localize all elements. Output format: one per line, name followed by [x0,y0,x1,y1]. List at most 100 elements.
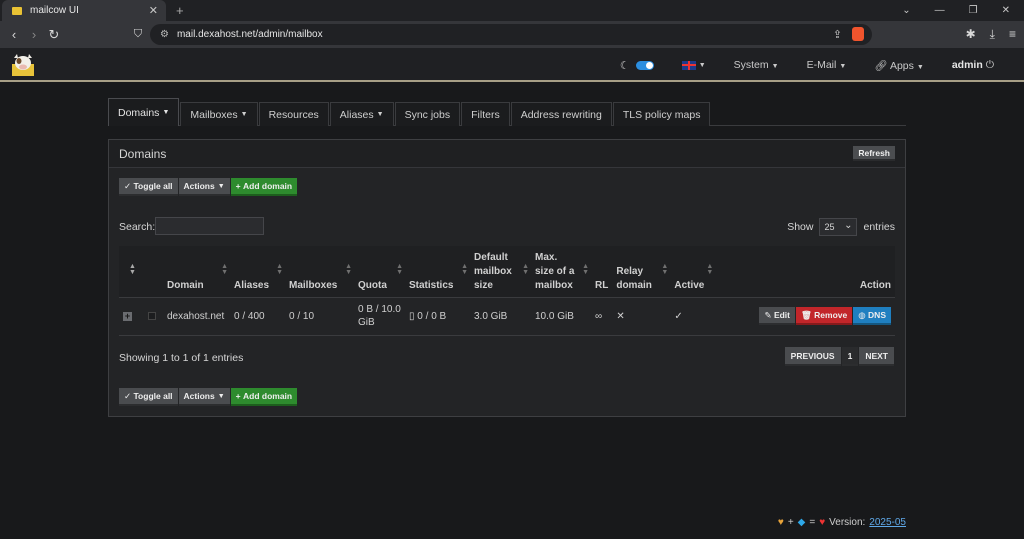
browser-tab[interactable]: mailcow UI ✕ [2,0,166,21]
back-icon[interactable]: ‹ [4,27,24,42]
search-input[interactable] [155,217,264,235]
col-relay-domain[interactable]: Relay domain ▲ ▼ [612,246,671,298]
tab-mailboxes[interactable]: Mailboxes ▼ [180,102,258,126]
next-page-button[interactable]: NEXT [859,347,894,366]
actions-button-bottom[interactable]: Actions ▼ [178,388,230,406]
cell-rl: ∞ [591,297,613,336]
mailcow-logo-icon[interactable] [10,52,36,78]
language-dropdown[interactable]: ▼ [681,60,706,70]
new-tab-icon[interactable]: + [176,3,184,18]
version-label: Version: [829,517,866,528]
edit-button[interactable]: ✎ Edit [759,307,795,325]
minimize-icon[interactable]: — [935,5,945,16]
url-field[interactable]: ⚙ mail.dexahost.net/admin/mailbox ⇪ [150,24,872,45]
footer: ♥ + ◆ = ♥ Version: 2025-05 [778,517,906,528]
globe-icon: ◍ [858,309,866,320]
nav-system[interactable]: System ▼ [734,59,779,71]
footer-equals: = [809,517,816,528]
downloads-icon[interactable]: ⤓ [990,27,995,42]
row-checkbox[interactable] [148,312,156,320]
col-max-size[interactable]: Max. size of a mailbox ▲ ▼ [531,246,591,298]
col-active[interactable]: Active ▲ ▼ [670,246,716,298]
extensions-icon[interactable]: ✱ [966,27,976,42]
bottom-button-group: ✓ Toggle all Actions ▼ + Add domain [119,388,298,406]
cell-statistics: ▯ 0 / 0 B [405,297,470,336]
file-icon: ▯ [409,310,415,322]
cell-mailboxes: 0 / 10 [285,297,354,336]
theme-switch[interactable]: ☾ [620,59,654,72]
col-mailboxes[interactable]: Mailboxes ▲ ▼ [285,246,354,298]
entries-label: entries [863,221,895,233]
toggle-all-button[interactable]: ✓ Toggle all [119,178,178,196]
tab-aliases[interactable]: Aliases ▼ [329,102,394,126]
search-label: Search: [119,221,156,233]
cell-default-size: 3.0 GiB [470,297,531,336]
link-icon: 🔗︎ [874,59,888,72]
col-default-size[interactable]: Default mailbox size ▲ ▼ [470,246,531,298]
bookmark-icon[interactable]: ⛉ [128,28,148,41]
top-button-group: ✓ Toggle all Actions ▼ + Add domain [119,178,298,196]
check-icon: ✓ [124,390,132,401]
show-label: Show [787,221,814,233]
nav-user[interactable]: admin ⏻ [952,59,994,72]
domains-panel: Domains Refresh ✓ Toggle all Actions ▼ + … [108,139,906,417]
tab-address-rewriting[interactable]: Address rewriting [510,102,612,126]
col-statistics[interactable]: Statistics ▲ ▼ [405,246,470,298]
restore-icon[interactable]: ❐ [969,5,978,16]
col-quota[interactable]: Quota ▲ ▼ [354,246,405,298]
plus-icon: + [235,391,241,401]
col-aliases[interactable]: Aliases ▲ ▼ [230,246,285,298]
tab-tls-policy-maps[interactable]: TLS policy maps [612,102,711,126]
share-icon[interactable]: ⇪ [833,28,842,41]
close-window-icon[interactable]: ✕ [1002,5,1010,16]
mailcow-favicon-icon [12,6,22,15]
add-domain-button-bottom[interactable]: + Add domain [230,388,298,406]
navbar-right: ☾ ▼ System ▼ E-Mail ▼ 🔗︎ Apps ▼ admin ⏻ [620,48,994,82]
close-tab-icon[interactable]: ✕ [149,4,158,17]
toggle-all-button-bottom[interactable]: ✓ Toggle all [119,388,178,406]
cell-domain: dexahost.net [163,297,230,336]
actions-button[interactable]: Actions ▼ [178,178,230,196]
page-length-select[interactable]: 25 [819,218,858,236]
cell-aliases: 0 / 400 [230,297,285,336]
footer-plus: + [787,517,794,528]
col-rl[interactable]: RL [591,246,613,298]
forward-icon[interactable]: › [24,27,44,42]
add-domain-button[interactable]: + Add domain [230,178,298,196]
page-1-button[interactable]: 1 [841,347,859,366]
browser-tab-title: mailcow UI [30,5,79,16]
docker-icon: ◆ [797,517,806,528]
heart-icon: ♥ [819,517,826,528]
tab-domains[interactable]: Domains ▼ [108,98,180,126]
refresh-button[interactable]: Refresh [853,146,895,161]
trash-icon: 🗑︎ [801,309,812,320]
reload-icon[interactable]: ↻ [44,27,64,43]
nav-apps[interactable]: 🔗︎ Apps ▼ [874,59,924,72]
moon-icon: ☾ [619,59,630,72]
theme-toggle[interactable] [635,60,654,70]
nav-email[interactable]: E-Mail ▼ [807,59,847,71]
expand-row-icon[interactable]: + [123,311,132,321]
browser-tabbar: mailcow UI ✕ + ⌄ — ❐ ✕ [0,0,1024,21]
table-info: Showing 1 to 1 of 1 entries [119,352,244,364]
tab-search-icon[interactable]: ⌄ [902,5,910,16]
row-controls: + [119,297,163,336]
page-length: Show 25 entries [787,218,895,236]
col-expand[interactable]: ▲ ▼ [119,246,163,298]
tab-filters[interactable]: Filters [461,102,510,126]
previous-page-button[interactable]: PREVIOUS [784,347,841,366]
remove-button[interactable]: 🗑︎ Remove [796,307,853,325]
cell-quota: 0 B / 10.0 GiB [354,297,405,336]
pencil-icon: ✎ [764,309,772,320]
dns-button[interactable]: ◍ DNS [853,307,891,325]
tab-sync-jobs[interactable]: Sync jobs [394,102,461,126]
cell-relay-domain: ✕ [612,297,671,336]
col-domain[interactable]: Domain ▲ ▼ [163,246,230,298]
site-info-icon[interactable]: ⚙ [160,29,169,40]
tab-resources[interactable]: Resources [258,102,329,126]
logout-icon[interactable]: ⏻ [986,59,994,71]
cell-max-size: 10.0 GiB [531,297,591,336]
brave-shields-icon[interactable] [852,27,864,41]
menu-icon[interactable]: ≡ [1009,27,1016,42]
version-link[interactable]: 2025-05 [869,517,906,528]
